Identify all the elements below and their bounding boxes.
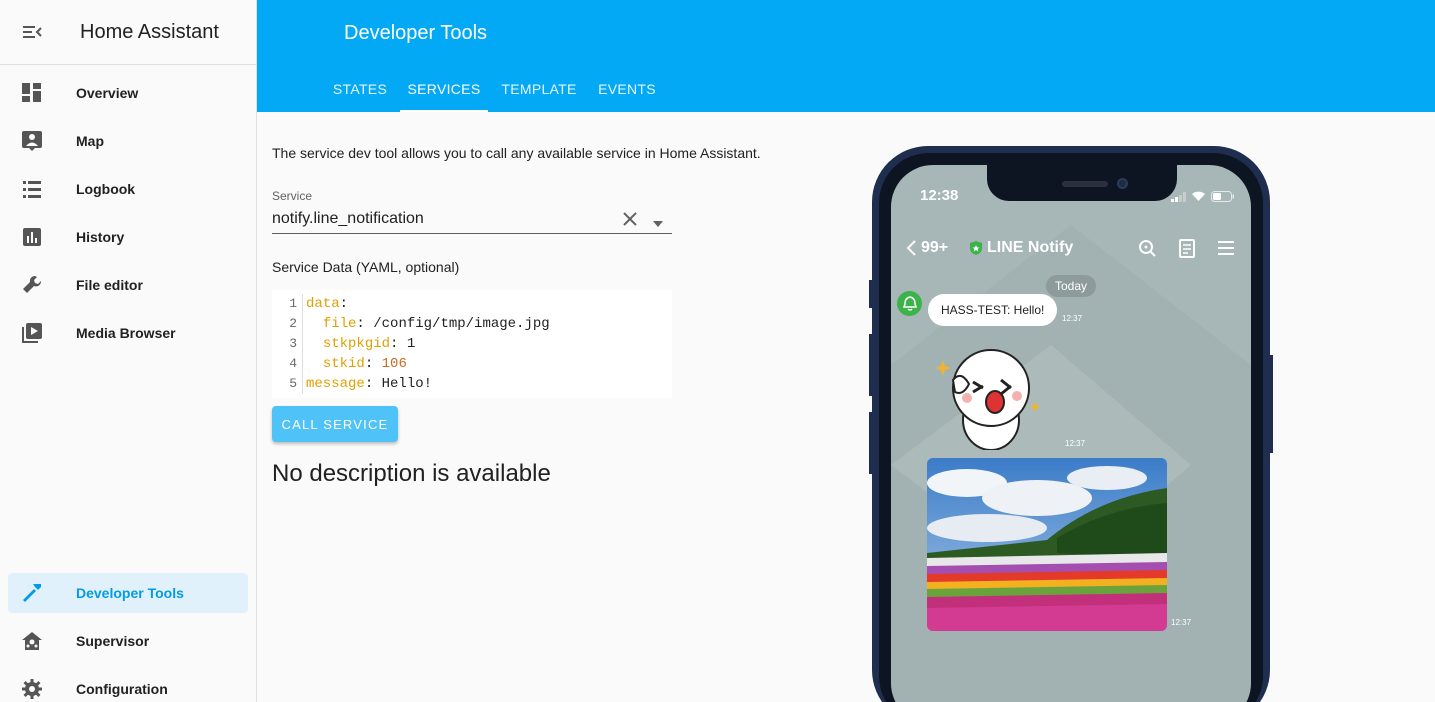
sidebar-item-label: File editor <box>76 277 143 293</box>
line-number: 4 <box>289 356 297 371</box>
sidebar-item-label: Overview <box>76 85 139 101</box>
history-icon <box>8 226 56 248</box>
line-number: 5 <box>289 376 297 391</box>
code-line: message: Hello! <box>306 376 433 392</box>
map-icon <box>8 130 56 152</box>
sidebar-item-configuration[interactable]: Configuration <box>8 669 248 702</box>
code-line: stkid: 106 <box>322 356 407 372</box>
code-line: stkpkgid: 1 <box>322 336 416 352</box>
code-line: file: /config/tmp/image.jpg <box>322 316 550 332</box>
sidebar: Home Assistant Overview Map Logbook Hist… <box>0 0 257 702</box>
chat-header: 99+ LINE Notify <box>891 229 1251 269</box>
sidebar-item-map[interactable]: Map <box>8 121 248 161</box>
phone-screen: 12:38 99+ LINE Notify Today HASS-TEST: H… <box>891 165 1251 702</box>
code-line: data: <box>306 296 349 312</box>
sidebar-item-label: Map <box>76 133 104 149</box>
message-timestamp: 12:37 <box>1065 439 1086 448</box>
sidebar-item-logbook[interactable]: Logbook <box>8 169 248 209</box>
verified-shield-icon <box>969 240 983 261</box>
sidebar-item-media-browser[interactable]: Media Browser <box>8 313 248 353</box>
app-title: Home Assistant <box>80 20 219 43</box>
line-number: 2 <box>289 316 297 331</box>
phone-image: 12:38 99+ LINE Notify Today HASS-TEST: H… <box>872 146 1270 702</box>
wrench-icon <box>8 274 56 296</box>
sidebar-item-label: Media Browser <box>76 325 176 341</box>
tab-services[interactable]: SERVICES <box>400 68 488 112</box>
sidebar-item-label: Configuration <box>76 681 168 697</box>
unread-count: 99+ <box>921 239 949 256</box>
service-combobox[interactable]: notify.line_notification <box>272 207 672 234</box>
supervisor-icon <box>8 630 56 652</box>
bell-icon <box>897 291 922 316</box>
line-number: 1 <box>289 296 297 311</box>
notes-icon[interactable] <box>1179 239 1195 263</box>
close-icon[interactable] <box>620 209 640 234</box>
page-title: Developer Tools <box>344 22 488 44</box>
sidebar-item-label: Logbook <box>76 181 136 197</box>
signal-icon <box>1171 189 1187 207</box>
flower-field-photo <box>927 458 1167 631</box>
chevron-down-icon[interactable] <box>652 215 664 233</box>
line-number-gutter: 1 2 3 4 5 <box>272 294 303 394</box>
sidebar-item-developer-tools[interactable]: Developer Tools <box>8 573 248 613</box>
sidebar-item-file-editor[interactable]: File editor <box>8 265 248 305</box>
search-icon[interactable] <box>1138 239 1157 263</box>
menu-toggle-button[interactable] <box>0 0 64 64</box>
gear-icon <box>8 678 56 700</box>
line-number: 3 <box>289 336 297 351</box>
hamburger-menu-icon[interactable] <box>1217 240 1235 261</box>
logbook-icon <box>8 178 56 200</box>
sidebar-item-overview[interactable]: Overview <box>8 73 248 113</box>
service-input[interactable]: notify.line_notification <box>272 210 424 228</box>
sticker-image <box>931 340 1051 455</box>
menu-collapse-icon <box>23 26 42 38</box>
sidebar-item-history[interactable]: History <box>8 217 248 257</box>
chat-title: LINE Notify <box>987 239 1074 256</box>
no-description-text: No description is available <box>272 460 551 487</box>
app-header: Developer Tools STATES SERVICES TEMPLATE… <box>257 0 1435 112</box>
date-chip: Today <box>1046 275 1096 297</box>
tab-states[interactable]: STATES <box>333 68 387 112</box>
media-icon <box>8 322 56 344</box>
sidebar-item-supervisor[interactable]: Supervisor <box>8 621 248 661</box>
wifi-icon <box>1191 189 1206 207</box>
phone-notch <box>987 165 1177 201</box>
hammer-icon <box>8 582 56 604</box>
overview-icon <box>8 82 56 104</box>
service-data-label: Service Data (YAML, optional) <box>272 259 460 275</box>
status-time: 12:38 <box>920 187 959 204</box>
call-service-button[interactable]: CALL SERVICE <box>272 406 398 442</box>
sidebar-item-label: Developer Tools <box>76 585 184 601</box>
phone-side-button <box>1270 355 1273 453</box>
sidebar-header: Home Assistant <box>0 0 256 65</box>
service-field-label: Service <box>272 189 313 203</box>
yaml-editor[interactable]: 1 2 3 4 5 data: file: /config/tmp/image.… <box>272 290 672 398</box>
battery-icon <box>1211 189 1235 207</box>
tab-events[interactable]: EVENTS <box>598 68 656 112</box>
tab-template[interactable]: TEMPLATE <box>501 68 576 112</box>
page-description: The service dev tool allows you to call … <box>272 145 761 161</box>
sidebar-item-label: History <box>76 229 125 245</box>
code-lines: data: file: /config/tmp/image.jpg stkpkg… <box>306 294 550 394</box>
message-bubble: HASS-TEST: Hello! <box>928 294 1058 326</box>
sidebar-item-label: Supervisor <box>76 633 150 649</box>
message-timestamp: 12:37 <box>1171 618 1192 627</box>
back-arrow-icon[interactable] <box>905 239 917 262</box>
message-timestamp: 12:37 <box>1062 314 1083 323</box>
